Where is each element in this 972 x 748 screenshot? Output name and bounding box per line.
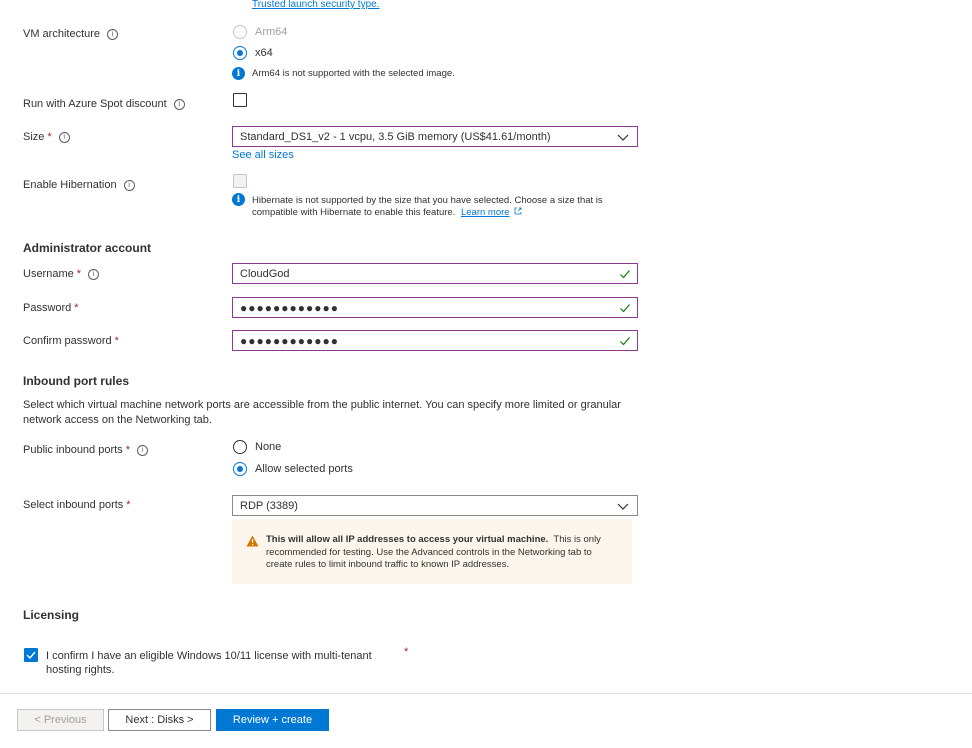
size-dropdown[interactable]: Standard_DS1_v2 - 1 vcpu, 3.5 GiB memory… xyxy=(232,126,638,147)
radio-none-label: None xyxy=(255,441,282,453)
hibernation-note-line1: Hibernate is not supported by the size t… xyxy=(252,195,603,206)
warning-icon xyxy=(246,535,259,547)
warning-text-line3: create rules to limit inbound traffic to… xyxy=(266,559,510,570)
license-confirm-checkbox[interactable] xyxy=(24,648,38,662)
select-inbound-label: Select inbound ports * xyxy=(23,499,131,511)
inbound-ports-dropdown[interactable]: RDP (3389) xyxy=(232,495,638,516)
confirm-password-input[interactable]: ●●●●●●●●●●●● xyxy=(232,330,638,351)
info-icon[interactable]: i xyxy=(88,268,100,280)
username-input[interactable]: CloudGod xyxy=(232,263,638,284)
hibernation-note: Hibernate is not supported by the size t… xyxy=(252,195,603,219)
required-asterisk: * xyxy=(404,646,409,658)
username-label-text: Username xyxy=(23,268,74,280)
info-circle-icon: i xyxy=(232,67,245,80)
licensing-heading: Licensing xyxy=(23,608,80,622)
checkmark-icon xyxy=(620,270,630,279)
info-icon[interactable]: i xyxy=(123,179,135,191)
info-icon[interactable]: i xyxy=(136,444,148,456)
external-link-icon xyxy=(514,207,522,215)
size-value: Standard_DS1_v2 - 1 vcpu, 3.5 GiB memory… xyxy=(240,130,551,143)
license-confirm-text: I confirm I have an eligible Windows 10/… xyxy=(46,649,372,677)
required-asterisk: * xyxy=(126,499,131,511)
password-value: ●●●●●●●●●●●● xyxy=(240,300,339,315)
spot-checkbox[interactable] xyxy=(233,93,247,107)
chevron-down-icon xyxy=(617,134,629,141)
hibernation-label: Enable Hibernation i xyxy=(23,179,135,191)
size-label-text: Size xyxy=(23,131,45,143)
warning-banner: This will allow all IP addresses to acce… xyxy=(232,519,632,584)
required-asterisk: * xyxy=(74,302,79,314)
radio-x64-label: x64 xyxy=(255,47,273,59)
license-confirm-line1: I confirm I have an eligible Windows 10/… xyxy=(46,650,372,662)
confirm-password-label: Confirm password * xyxy=(23,335,119,347)
hibernation-checkbox xyxy=(233,174,247,188)
inbound-description: Select which virtual machine network por… xyxy=(23,398,621,428)
info-icon[interactable]: i xyxy=(173,98,185,110)
next-disks-button[interactable]: Next : Disks > xyxy=(108,709,211,731)
warning-text-line2: recommended for testing. Use the Advance… xyxy=(266,546,592,558)
select-inbound-label-text: Select inbound ports xyxy=(23,499,124,511)
spot-label: Run with Azure Spot discount i xyxy=(23,98,185,110)
password-label: Password * xyxy=(23,302,79,314)
confirm-password-value: ●●●●●●●●●●●● xyxy=(240,333,339,348)
warning-text: This will allow all IP addresses to acce… xyxy=(266,534,601,572)
confirm-password-label-text: Confirm password xyxy=(23,335,112,347)
vm-architecture-label: VM architecture i xyxy=(23,28,119,40)
warning-text-line1: This is only xyxy=(553,534,601,545)
warning-bold-text: This will allow all IP addresses to acce… xyxy=(266,534,549,545)
required-asterisk: * xyxy=(76,268,82,280)
chevron-down-icon xyxy=(617,503,629,510)
admin-heading: Administrator account xyxy=(23,241,152,255)
inbound-desc-line2: network access on the Networking tab. xyxy=(23,414,212,426)
radio-arm64-label: Arm64 xyxy=(255,26,288,38)
info-icon[interactable]: i xyxy=(58,131,70,143)
radio-allow-selected-label: Allow selected ports xyxy=(255,463,353,475)
vm-architecture-text: VM architecture xyxy=(23,28,101,40)
radio-none[interactable] xyxy=(233,440,247,454)
learn-more-link[interactable]: Learn more xyxy=(461,207,510,218)
required-asterisk: * xyxy=(47,131,52,143)
checkmark-icon xyxy=(620,337,630,346)
username-value: CloudGod xyxy=(240,267,290,280)
info-icon[interactable]: i xyxy=(107,28,119,40)
checkmark-icon xyxy=(26,651,36,660)
required-asterisk: * xyxy=(114,335,119,347)
hibernation-label-text: Enable Hibernation xyxy=(23,179,117,191)
hibernation-note-line2: compatible with Hibernate to enable this… xyxy=(252,207,456,218)
checkmark-icon xyxy=(620,304,630,313)
radio-arm64[interactable] xyxy=(233,25,247,39)
arm64-note-text: Arm64 is not supported with the selected… xyxy=(252,68,455,79)
password-input[interactable]: ●●●●●●●●●●●● xyxy=(232,297,638,318)
spot-label-text: Run with Azure Spot discount xyxy=(23,98,167,110)
trusted-launch-link[interactable]: Trusted launch security type. xyxy=(252,0,379,10)
username-label: Username * i xyxy=(23,268,100,280)
public-inbound-label-text: Public inbound ports xyxy=(23,444,123,456)
inbound-desc-line1: Select which virtual machine network por… xyxy=(23,399,621,411)
size-label: Size * i xyxy=(23,131,70,143)
see-all-sizes-link[interactable]: See all sizes xyxy=(232,149,294,161)
license-confirm-line2: hosting rights. xyxy=(46,664,115,676)
radio-x64[interactable] xyxy=(233,46,247,60)
public-inbound-label: Public inbound ports * i xyxy=(23,444,148,456)
inbound-ports-value: RDP (3389) xyxy=(240,499,298,512)
required-asterisk: * xyxy=(125,444,130,456)
inbound-heading: Inbound port rules xyxy=(23,374,129,388)
info-circle-icon: i xyxy=(232,193,245,206)
review-create-button[interactable]: Review + create xyxy=(216,709,329,731)
previous-button[interactable]: < Previous xyxy=(17,709,104,731)
radio-allow-selected[interactable] xyxy=(233,462,247,476)
arm64-note: i Arm64 is not supported with the select… xyxy=(232,67,455,80)
password-label-text: Password xyxy=(23,302,72,314)
